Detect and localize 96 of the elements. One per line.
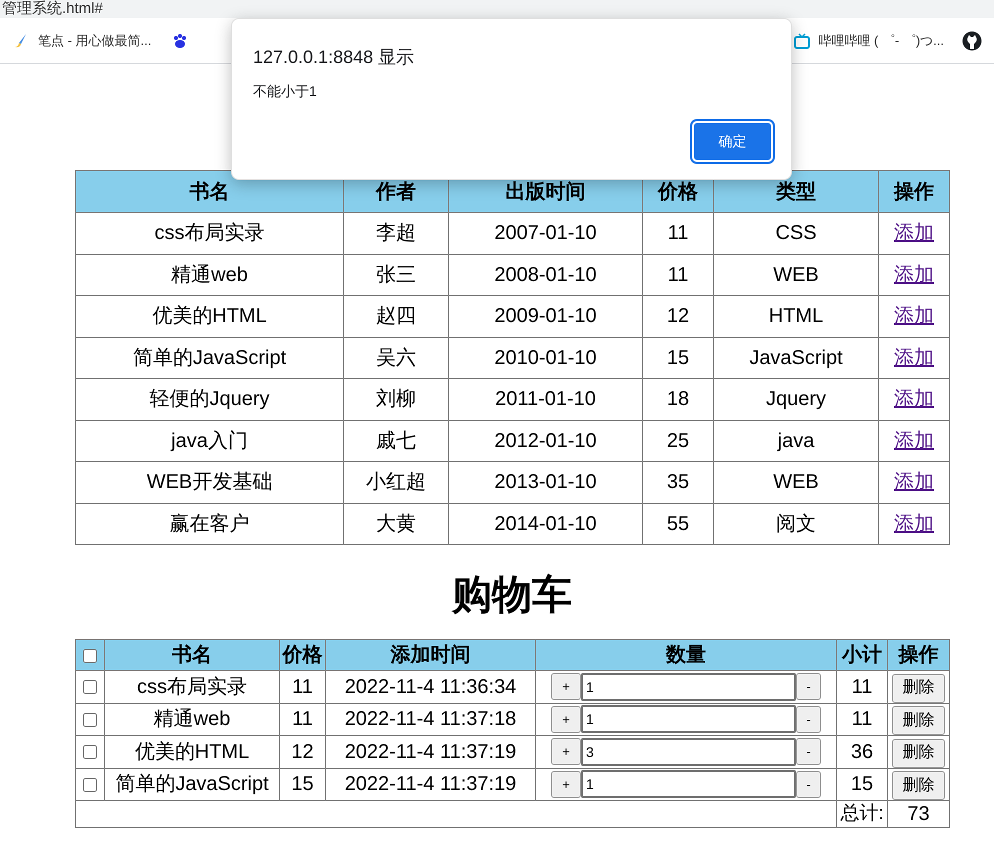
table-cell: 55 bbox=[642, 503, 714, 544]
table-cell: 精通web bbox=[76, 254, 344, 296]
table-cell: 张三 bbox=[344, 254, 448, 296]
table-cell: css布局实录 bbox=[76, 212, 344, 254]
table-cell: 2013-01-10 bbox=[448, 462, 642, 503]
cat-logo-icon bbox=[962, 30, 982, 50]
table-cell: 11 bbox=[280, 703, 326, 736]
table-cell: 吴六 bbox=[344, 337, 448, 378]
table-cell: 2022-11-4 11:36:34 bbox=[326, 670, 536, 703]
table-cell: 11 bbox=[836, 703, 888, 736]
table-cell: HTML bbox=[714, 296, 878, 337]
tab-title: 管理系统.html# bbox=[2, 0, 103, 17]
cart-heading: 购物车 bbox=[450, 572, 573, 619]
column-header: 小计 bbox=[836, 640, 888, 670]
row-checkbox[interactable] bbox=[83, 712, 97, 727]
column-header: 书名 bbox=[104, 640, 280, 670]
increase-button[interactable]: + bbox=[551, 738, 581, 766]
select-all-checkbox[interactable] bbox=[83, 648, 97, 663]
table-cell: CSS bbox=[714, 212, 878, 254]
table-cell: 15 bbox=[836, 768, 888, 800]
quantity-field[interactable]: 3 bbox=[581, 738, 796, 766]
decrease-button[interactable]: - bbox=[796, 673, 821, 700]
table-cell: 赢在客户 bbox=[76, 503, 344, 544]
decrease-button[interactable]: - bbox=[796, 738, 821, 766]
table-cell: 11 bbox=[836, 670, 888, 703]
total-value: 73 bbox=[888, 800, 950, 828]
table-cell: 25 bbox=[642, 420, 714, 462]
column-header: 添加时间 bbox=[326, 640, 536, 670]
bookmark-link[interactable]: 笔点 - 用心做最简... bbox=[38, 30, 152, 50]
table-cell: 轻便的Jquery bbox=[76, 378, 344, 420]
table-cell: 阅文 bbox=[714, 503, 878, 544]
table-cell: 15 bbox=[280, 768, 326, 800]
table-cell: WEB bbox=[714, 254, 878, 296]
column-header: 数量 bbox=[536, 640, 836, 670]
table-cell: 11 bbox=[642, 254, 714, 296]
decrease-button[interactable]: - bbox=[796, 770, 821, 798]
table-cell: 2009-01-10 bbox=[448, 296, 642, 337]
row-checkbox[interactable] bbox=[83, 745, 97, 760]
table-cell: 2011-01-10 bbox=[448, 378, 642, 420]
table-cell: WEB开发基础 bbox=[76, 462, 344, 503]
table-cell: 2010-01-10 bbox=[448, 337, 642, 378]
dialog-title: 127.0.0.1:8848 显示 bbox=[253, 46, 414, 69]
table-cell: 2022-11-4 11:37:19 bbox=[326, 736, 536, 768]
table-cell: java入门 bbox=[76, 420, 344, 462]
quantity-field[interactable]: 1 bbox=[581, 705, 796, 734]
increase-button[interactable]: + bbox=[551, 706, 581, 733]
table-cell: 2007-01-10 bbox=[448, 212, 642, 254]
table-cell: 赵四 bbox=[344, 296, 448, 337]
table-cell: 戚七 bbox=[344, 420, 448, 462]
table-cell: java bbox=[714, 420, 878, 462]
quantity-field[interactable]: 1 bbox=[581, 672, 796, 701]
table-cell: WEB bbox=[714, 462, 878, 503]
table-cell: 11 bbox=[642, 212, 714, 254]
column-header: 操作 bbox=[878, 170, 950, 212]
row-checkbox[interactable] bbox=[83, 778, 97, 792]
table-cell: 简单的JavaScript bbox=[76, 337, 344, 378]
table-cell: 精通web bbox=[104, 703, 280, 736]
table-cell: 简单的JavaScript bbox=[104, 768, 280, 800]
decrease-button[interactable]: - bbox=[796, 706, 821, 733]
table-cell: 11 bbox=[280, 670, 326, 703]
table-cell: 优美的HTML bbox=[104, 736, 280, 768]
delete-button[interactable]: 删除 bbox=[892, 674, 945, 702]
column-header: 书名 bbox=[76, 170, 344, 212]
delete-button[interactable]: 删除 bbox=[892, 771, 945, 800]
table-cell: 12 bbox=[642, 296, 714, 337]
table-cell: 2022-11-4 11:37:18 bbox=[326, 703, 536, 736]
row-checkbox[interactable] bbox=[83, 680, 97, 694]
table-cell: 2022-11-4 11:37:19 bbox=[326, 768, 536, 800]
tv-icon bbox=[794, 32, 810, 48]
table-cell: 12 bbox=[280, 736, 326, 768]
delete-button[interactable]: 删除 bbox=[892, 706, 945, 735]
table-cell: JavaScript bbox=[714, 337, 878, 378]
table-cell: 18 bbox=[642, 378, 714, 420]
ok-button[interactable]: 确定 bbox=[693, 122, 772, 161]
bookmark-link[interactable]: 哔哩哔哩 ( ゜- ゜)つ... bbox=[818, 30, 944, 50]
table-cell: 36 bbox=[836, 736, 888, 768]
dialog-message: 不能小于1 bbox=[253, 82, 317, 101]
delete-button[interactable]: 删除 bbox=[892, 738, 945, 768]
table-cell: 小红超 bbox=[344, 462, 448, 503]
column-header: 价格 bbox=[280, 640, 326, 670]
table-cell: 15 bbox=[642, 337, 714, 378]
table-cell: css布局实录 bbox=[104, 670, 280, 703]
table-cell: 2012-01-10 bbox=[448, 420, 642, 462]
table-cell: 刘柳 bbox=[344, 378, 448, 420]
table-cell: 35 bbox=[642, 462, 714, 503]
table-cell: 优美的HTML bbox=[76, 296, 344, 337]
table-cell: 2014-01-10 bbox=[448, 503, 642, 544]
column-header: 操作 bbox=[888, 640, 950, 670]
increase-button[interactable]: + bbox=[551, 673, 581, 700]
table-cell: 李超 bbox=[344, 212, 448, 254]
increase-button[interactable]: + bbox=[551, 770, 581, 798]
quantity-field[interactable]: 1 bbox=[581, 770, 796, 798]
table-cell: Jquery bbox=[714, 378, 878, 420]
table-cell: 2008-01-10 bbox=[448, 254, 642, 296]
total-label: 总计: bbox=[836, 800, 888, 828]
table-cell: 大黄 bbox=[344, 503, 448, 544]
